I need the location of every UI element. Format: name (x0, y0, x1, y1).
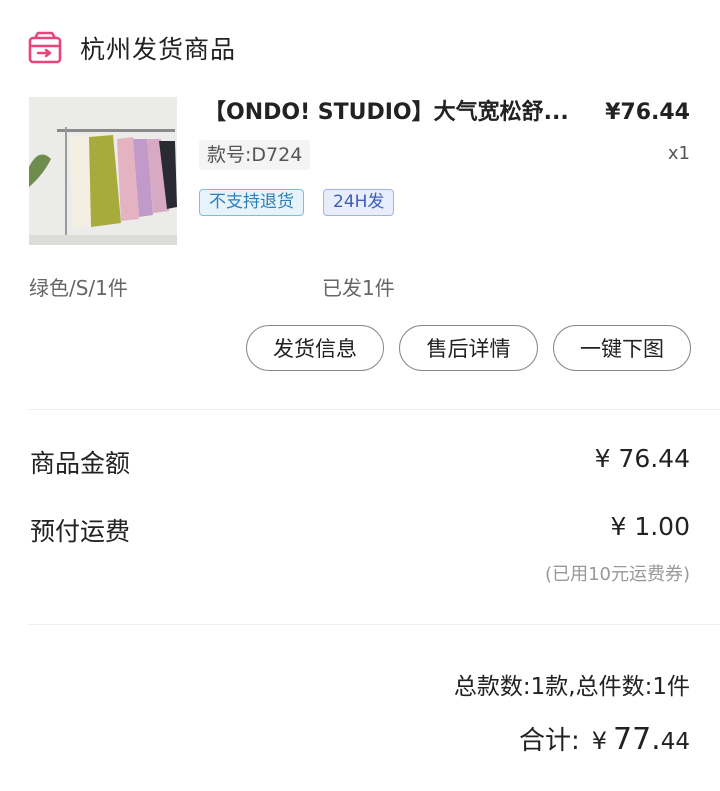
freight-label: 预付运费 (30, 517, 131, 546)
product-quantity: x1 (667, 143, 690, 164)
shop-package-icon (28, 31, 62, 64)
section-title: 杭州发货商品 (80, 35, 237, 64)
section-header: 杭州发货商品 (28, 30, 236, 66)
divider (28, 409, 720, 410)
download-images-button[interactable]: 一键下图 (553, 325, 691, 371)
goods-amount-label: 商品金额 (30, 449, 131, 478)
order-total: 合计: ¥ 77. 44 (519, 720, 690, 757)
after-sales-button[interactable]: 售后详情 (399, 325, 538, 371)
tag-no-return: 不支持退货 (199, 189, 304, 216)
shipping-info-button[interactable]: 发货信息 (246, 325, 384, 371)
total-currency: ¥ (591, 727, 607, 755)
total-integer: 77. (613, 722, 661, 757)
total-decimal: 44 (660, 729, 690, 755)
product-thumbnail[interactable] (29, 97, 177, 245)
freight-value: ¥ 1.00 (610, 512, 690, 541)
product-title[interactable]: 【ONDO! STUDIO】大气宽松舒... (204, 97, 589, 129)
divider (28, 624, 720, 625)
goods-amount-value: ¥ 76.44 (594, 444, 690, 473)
product-price: ¥76.44 (605, 100, 690, 125)
tag-24h-ship: 24H发 (323, 189, 395, 216)
freight-coupon-note: (已用10元运费券) (545, 564, 690, 585)
style-number: 款号:D724 (199, 140, 311, 170)
product-spec: 绿色/S/1件 (29, 276, 128, 300)
total-label: 合计: (518, 726, 580, 756)
order-summary: 总款数:1款,总件数:1件 (453, 674, 690, 700)
shipped-count: 已发1件 (322, 276, 395, 300)
